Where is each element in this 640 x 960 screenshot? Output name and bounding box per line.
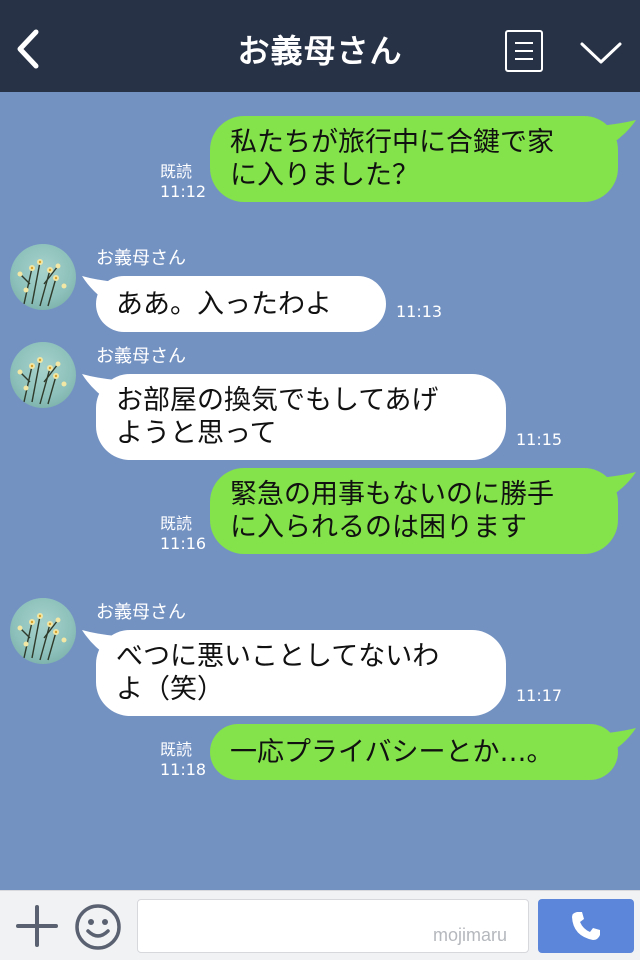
message-bubble-sent[interactable]: 一応プライバシーとか…。 — [210, 724, 618, 780]
message-bubble-received[interactable]: お部屋の換気でもしてあげ ようと思って — [96, 374, 506, 460]
message-time: 11:15 — [516, 430, 563, 449]
read-receipt: 既読 11:16 — [160, 514, 207, 553]
message-text: お部屋の換気でもしてあげ ようと思って — [116, 385, 439, 449]
avatar[interactable] — [10, 342, 76, 408]
message-text: べつに悪いことしてないわ よ（笑） — [116, 641, 440, 705]
read-receipt: 既読 11:18 — [160, 740, 207, 779]
message-time: 11:17 — [516, 686, 563, 705]
message-bubble-sent[interactable]: 緊急の用事もないのに勝手 に入られるのは困ります — [210, 468, 618, 554]
message-text: 私たちが旅行中に合鍵で家 に入りました？ — [230, 127, 554, 191]
chat-area[interactable]: 既読 11:12 私たちが旅行中に合鍵で家 に入りました？ お義母さん ああ。入… — [0, 92, 640, 890]
plus-icon — [16, 905, 58, 947]
menu-button[interactable] — [505, 30, 543, 72]
menu-list-icon — [515, 42, 533, 44]
chat-title: お義母さん — [237, 32, 403, 70]
message-bubble-received[interactable]: ああ。入ったわよ — [96, 276, 386, 332]
chevron-down-icon — [580, 42, 622, 64]
message-text: 緊急の用事もないのに勝手 に入られるのは困ります — [230, 479, 554, 543]
input-bar: mojimaru — [0, 890, 640, 960]
sender-name: お義母さん — [96, 346, 186, 367]
emoji-button[interactable] — [74, 903, 122, 951]
read-receipt: 既読 11:12 — [160, 162, 207, 201]
avatar[interactable] — [10, 244, 76, 310]
message-text: ああ。入ったわよ — [116, 288, 332, 320]
watermark-text: mojimaru — [433, 925, 508, 945]
message-bubble-received[interactable]: べつに悪いことしてないわ よ（笑） — [96, 630, 506, 716]
add-attachment-button[interactable] — [14, 903, 60, 949]
message-text: 一応プライバシーとか…。 — [230, 736, 554, 768]
collapse-button[interactable] — [578, 36, 624, 70]
smiley-icon — [75, 904, 121, 950]
flower-photo-icon — [17, 613, 67, 661]
flower-photo-icon — [17, 259, 67, 307]
chat-header: お義母さん — [0, 0, 640, 92]
message-time: 11:13 — [396, 302, 443, 321]
sender-name: お義母さん — [96, 602, 186, 623]
sender-name: お義母さん — [96, 248, 186, 269]
phone-icon — [572, 912, 600, 940]
flower-photo-icon — [17, 357, 67, 405]
message-bubble-sent[interactable]: 私たちが旅行中に合鍵で家 に入りました？ — [210, 116, 618, 202]
avatar[interactable] — [10, 598, 76, 664]
call-button[interactable] — [538, 899, 634, 953]
